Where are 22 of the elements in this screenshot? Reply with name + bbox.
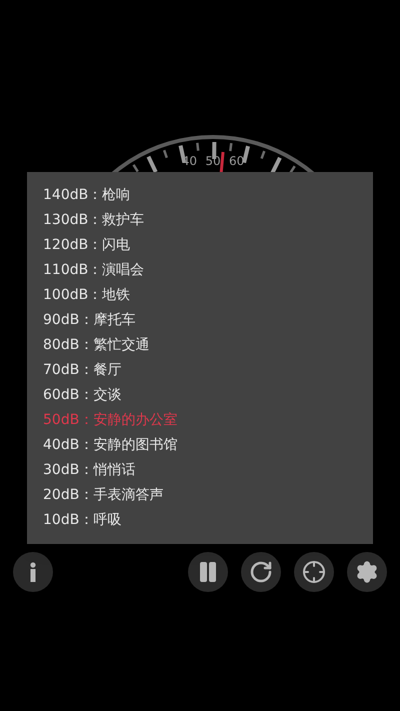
settings-icon: [355, 560, 379, 584]
crosshair-icon: [302, 560, 326, 584]
settings-button[interactable]: [347, 552, 387, 592]
refresh-button[interactable]: [241, 552, 281, 592]
list-item[interactable]: 130dB：救护车: [43, 208, 373, 233]
list-item[interactable]: 10dB：呼吸: [43, 508, 373, 533]
list-item[interactable]: 110dB：演唱会: [43, 258, 373, 283]
list-item[interactable]: 40dB：安静的图书馆: [43, 433, 373, 458]
list-item[interactable]: 20dB：手表滴答声: [43, 483, 373, 508]
pause-button[interactable]: [188, 552, 228, 592]
list-item[interactable]: 80dB：繁忙交通: [43, 333, 373, 358]
list-item[interactable]: 30dB：悄悄话: [43, 458, 373, 483]
info-button[interactable]: [13, 552, 53, 592]
refresh-icon: [249, 560, 273, 584]
list-item[interactable]: 90dB：摩托车: [43, 308, 373, 333]
list-item[interactable]: 120dB：闪电: [43, 233, 373, 258]
list-item[interactable]: 140dB：枪响: [43, 183, 373, 208]
list-item[interactable]: 70dB：餐厅: [43, 358, 373, 383]
list-item[interactable]: 100dB：地铁: [43, 283, 373, 308]
list-item[interactable]: 60dB：交谈: [43, 383, 373, 408]
target-button[interactable]: [294, 552, 334, 592]
info-icon: [29, 562, 37, 582]
